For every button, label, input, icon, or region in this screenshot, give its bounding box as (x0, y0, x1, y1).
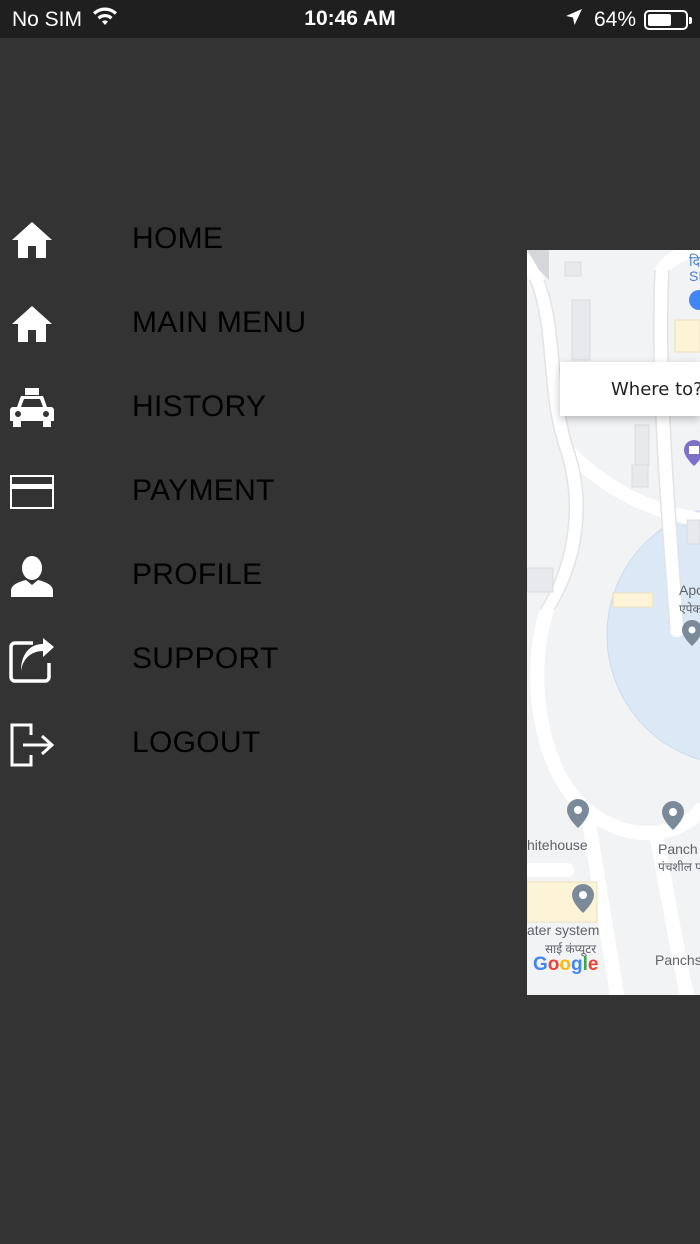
share-icon (8, 636, 56, 684)
logout-icon (8, 720, 56, 768)
search-placeholder: Where to? (611, 378, 700, 400)
menu-item-profile[interactable]: PROFILE (0, 534, 520, 618)
menu-item-home[interactable]: HOME (0, 198, 520, 282)
menu-item-support[interactable]: SUPPORT (0, 618, 520, 702)
map-label: Panch (658, 841, 698, 857)
menu-label-support: SUPPORT (132, 642, 279, 675)
where-to-search[interactable]: Where to? (560, 362, 700, 416)
google-logo: Google (533, 954, 599, 975)
battery-percent: 64% (593, 8, 636, 31)
status-bar: No SIM 10:46 AM 64% (0, 0, 700, 38)
taxi-icon (8, 384, 56, 432)
side-menu: HOME MAIN MENU HISTORY PAYMENT PROFILE S… (0, 198, 520, 786)
map-label: ater system (527, 922, 600, 938)
menu-item-main-menu[interactable]: MAIN MENU (0, 282, 520, 366)
map-label: hitehouse (527, 837, 588, 853)
map-label: एपेक (679, 602, 700, 616)
status-right: 64% (564, 7, 692, 33)
user-icon (8, 552, 56, 600)
menu-item-payment[interactable]: PAYMENT (0, 450, 520, 534)
map-label: पंचशील प (658, 860, 700, 874)
map-label: Panchs (655, 952, 700, 968)
map-label: Apo (679, 582, 700, 598)
menu-label-home: HOME (132, 222, 224, 255)
menu-label-history: HISTORY (132, 390, 267, 423)
menu-label-logout: LOGOUT (132, 726, 261, 759)
home-icon (8, 216, 56, 264)
menu-item-logout[interactable]: LOGOUT (0, 702, 520, 786)
battery-fill (648, 14, 672, 26)
card-icon (8, 468, 56, 516)
menu-label-main-menu: MAIN MENU (132, 306, 307, 339)
battery-icon (644, 10, 692, 30)
menu-item-history[interactable]: HISTORY (0, 366, 520, 450)
menu-label-payment: PAYMENT (132, 474, 275, 507)
menu-label-profile: PROFILE (132, 558, 263, 591)
location-arrow-icon (564, 7, 584, 33)
map-label: SI (689, 268, 700, 284)
home-icon (8, 300, 56, 348)
